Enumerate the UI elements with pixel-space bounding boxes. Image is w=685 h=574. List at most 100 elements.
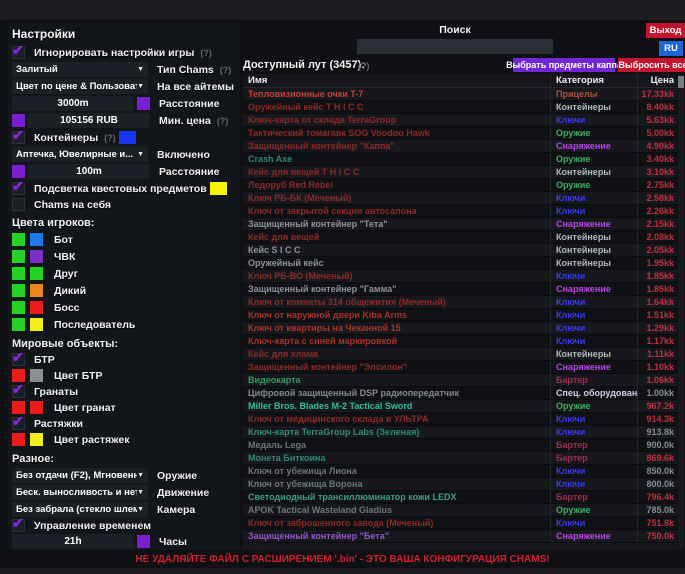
min-price-input[interactable] [28,113,150,128]
table-row[interactable]: ВидеокартаБартер1.06kk [243,374,677,387]
distance-color-swatch[interactable] [137,97,150,110]
time-control-checkbox[interactable]: ✔ [12,519,25,532]
select-kappa-items-button[interactable]: Выбрать предметы каппа [513,58,615,72]
table-row[interactable]: Оружейный кейсКонтейнеры1.95kk [243,257,677,270]
help-icon[interactable]: (?) [220,65,232,75]
weapon-dropdown[interactable]: Без отдачи (F2), Мгновенное п ▼ [12,468,148,483]
ignore-game-settings-checkbox[interactable]: ✔ [12,46,25,59]
hours-input[interactable] [12,534,134,549]
table-row[interactable]: Ключ РБ-БК (Меченый)Ключи2.58kk [243,192,677,205]
discard-all-button[interactable]: Выбросить все [618,58,685,72]
help-icon[interactable]: (?) [217,116,229,126]
table-scrollbar[interactable] [678,74,684,550]
table-row[interactable]: Ключ-карта с синей маркировкойКлючи1.17k… [243,335,677,348]
item-name: Ключ-карта от склада TerraGroup [243,115,550,125]
table-row[interactable]: Защищенный контейнер "Каппа"Снаряжение4.… [243,140,677,153]
table-row[interactable]: Ключ от комнаты 314 общежития (Меченый)К… [243,296,677,309]
tripwire-visible-swatch[interactable] [12,433,25,446]
player-visible-swatch[interactable] [12,318,25,331]
table-row[interactable]: Crash AxeОружие3.40kk [243,153,677,166]
language-button[interactable]: RU [659,41,683,56]
player-color-swatch[interactable] [30,284,43,297]
player-color-row: Последователь [12,316,240,333]
table-row[interactable]: Монета БиткоинаБартер869.6k [243,452,677,465]
tripwire-color-swatch[interactable] [30,433,43,446]
movement-dropdown[interactable]: Беск. выносливость и нет уста ▼ [12,485,148,500]
table-row[interactable]: Ключ от убежища ЛионаКлючи850.0k [243,465,677,478]
containers-distance-swatch[interactable] [12,165,25,178]
self-chams-label: Chams на себя [34,199,111,211]
table-row[interactable]: Кейс S I C CКонтейнеры2.05kk [243,244,677,257]
item-price: 800.0k [637,478,677,490]
player-color-swatch[interactable] [30,233,43,246]
tripwires-checkbox[interactable]: ✔ [12,417,25,430]
table-row[interactable]: Оружейный кейс T H I C CКонтейнеры8.40kk [243,101,677,114]
player-visible-swatch[interactable] [12,301,25,314]
containers-color-swatch[interactable] [119,131,136,144]
exit-button[interactable]: Выход [646,23,685,38]
table-row[interactable]: Ключ от заброшенного завода (Меченый)Клю… [243,517,677,530]
help-icon[interactable]: (?) [358,61,370,71]
quest-highlight-swatch[interactable] [210,182,227,195]
column-header-category[interactable]: Категория [550,74,637,87]
item-price: 796.4k [637,491,677,503]
containers-filter-dropdown[interactable]: Аптечка, Ювелирные и... ▼ [12,147,148,162]
min-price-color-swatch[interactable] [12,114,25,127]
table-row[interactable]: APOK Tactical Wasteland GladiusОружие785… [243,504,677,517]
scrollbar-thumb[interactable] [678,76,684,88]
table-row[interactable]: Кейс для хламаКонтейнеры1.11kk [243,348,677,361]
color-mode-dropdown[interactable]: Цвет по цене & Пользователь ▼ [12,79,148,94]
item-category: Оружие [550,179,637,191]
table-row[interactable]: Ледоруб Red RebelОружие2.75kk [243,179,677,192]
player-color-swatch[interactable] [30,250,43,263]
containers-distance-input[interactable] [28,164,150,179]
table-row[interactable]: Тактический томагавк SOG Voodoo HawkОруж… [243,127,677,140]
table-row[interactable]: Miller Bros. Blades M-2 Tactical SwordОр… [243,400,677,413]
table-row[interactable]: Ключ от убежища ВоронаКлючи800.0k [243,478,677,491]
player-visible-swatch[interactable] [12,284,25,297]
table-row[interactable]: Ключ РБ-ВО (Меченый)Ключи1.85kk [243,270,677,283]
self-chams-checkbox[interactable] [12,198,25,211]
btr-checkbox[interactable]: ✔ [12,353,25,366]
column-header-name[interactable]: Имя [243,75,550,86]
player-visible-swatch[interactable] [12,233,25,246]
table-row[interactable]: Ключ от наружной двери Kiba ArmsКлючи1.5… [243,309,677,322]
table-row[interactable]: Защищенный контейнер "Эпсилон"Снаряжение… [243,361,677,374]
table-row[interactable]: Тепловизионные очки T-7Прицелы17.33kk [243,88,677,101]
column-header-price[interactable]: Цена [637,74,677,87]
help-icon[interactable]: (?) [200,48,212,58]
table-row[interactable]: Защищенный контейнер "Тета"Снаряжение2.1… [243,218,677,231]
table-row[interactable]: Кейс для вещейКонтейнеры2.08kk [243,231,677,244]
table-row[interactable]: Ключ от закрытой секции автосалонаКлючи2… [243,205,677,218]
table-row[interactable]: Ключ-карта TerraGroup Labs (Зеленая)Ключ… [243,426,677,439]
cham-type-dropdown[interactable]: Залитый ▼ [12,62,148,77]
search-input[interactable] [357,39,553,54]
table-row[interactable]: Ключ-карта от склада TerraGroupКлючи5.63… [243,114,677,127]
movement-label: Движение [157,487,209,499]
distance-input[interactable] [12,96,134,111]
table-row[interactable]: Ключ от медицинского склада в УЛЬТРАКлюч… [243,413,677,426]
quest-highlight-checkbox[interactable]: ✔ [12,182,25,195]
distance-label: Расстояние [159,98,219,110]
btr-color-swatch[interactable] [30,369,43,382]
table-row[interactable]: Светодиодный трансиллюминатор кожи LEDXБ… [243,491,677,504]
player-color-swatch[interactable] [30,318,43,331]
player-color-swatch[interactable] [30,267,43,280]
item-name: APOK Tactical Wasteland Gladius [243,505,550,515]
table-row[interactable]: Цифровой защищенный DSP радиопередатчикС… [243,387,677,400]
player-color-swatch[interactable] [30,301,43,314]
player-visible-swatch[interactable] [12,267,25,280]
containers-checkbox[interactable]: ✔ [12,131,25,144]
hours-color-swatch[interactable] [137,535,150,548]
help-icon[interactable]: (?) [104,133,116,143]
player-visible-swatch[interactable] [12,250,25,263]
grenades-checkbox[interactable]: ✔ [12,385,25,398]
table-row[interactable]: Медаль LegaБартер900.0k [243,439,677,452]
table-row[interactable]: Защищенный контейнер "Гамма"Снаряжение1.… [243,283,677,296]
table-row[interactable]: Кейс для вещей T H I C CКонтейнеры3.10kk [243,166,677,179]
grenade-color-swatch[interactable] [30,401,43,414]
camera-dropdown[interactable]: Без забрала (стекло шлема) ▼ [12,502,148,517]
item-price: 1.06kk [637,374,677,386]
table-row[interactable]: Защищенный контейнер "Бета"Снаряжение750… [243,530,677,543]
table-row[interactable]: Ключ от квартиры на Чеканной 15Ключи1.29… [243,322,677,335]
